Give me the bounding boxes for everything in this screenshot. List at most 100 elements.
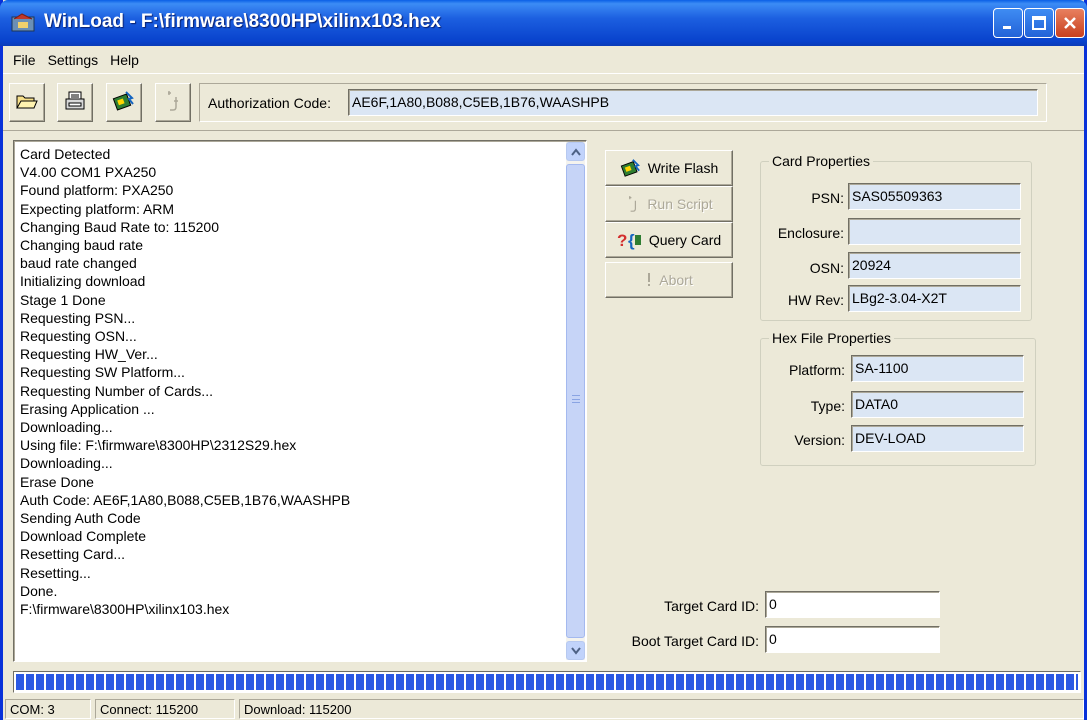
- minimize-icon: [1000, 15, 1016, 31]
- authorization-label: Authorization Code:: [208, 95, 331, 111]
- run-script-icon: [625, 194, 641, 214]
- title-bar[interactable]: WinLoad - F:\firmware\8300HP\xilinx103.h…: [0, 0, 1087, 46]
- open-folder-icon: [16, 92, 38, 113]
- save-button[interactable]: [57, 83, 93, 122]
- svg-text:{: {: [628, 231, 635, 250]
- target-card-id-field[interactable]: 0: [765, 591, 940, 618]
- log-line: Card Detected: [20, 146, 111, 162]
- boot-target-card-id-field[interactable]: 0: [765, 626, 940, 653]
- hex-file-properties-title: Hex File Properties: [769, 330, 895, 346]
- psn-label: PSN:: [811, 190, 844, 206]
- close-button[interactable]: [1055, 8, 1085, 38]
- write-flash-icon: [112, 90, 136, 115]
- download-progress-bar: [13, 671, 1081, 693]
- maximize-icon: [1031, 15, 1047, 31]
- log-line: Done.: [20, 582, 58, 599]
- log-line: Using file: F:\firmware\8300HP\2312S29.h…: [20, 437, 297, 454]
- log-panel[interactable]: Card Detected V4.00 COM1 PXA250 Found plat…: [13, 140, 587, 662]
- close-icon: [1062, 15, 1078, 31]
- log-scrollbar[interactable]: [566, 142, 585, 660]
- log-line: baud rate changed: [20, 255, 137, 272]
- target-card-id-label: Target Card ID:: [664, 598, 759, 614]
- psn-field[interactable]: SAS05509363: [848, 183, 1021, 210]
- run-script-button[interactable]: Run Script: [605, 186, 733, 222]
- log-line: Downloading...: [20, 455, 113, 472]
- run-script-label: Run Script: [647, 196, 713, 212]
- winload-app-icon: [10, 11, 36, 35]
- log-line: Auth Code: AE6F,1A80,B088,C5EB,1B76,WAAS…: [20, 491, 351, 508]
- log-line: Requesting HW_Ver...: [20, 346, 158, 363]
- maximize-button[interactable]: [1024, 8, 1054, 38]
- scroll-grip-icon: [572, 395, 580, 403]
- menu-bar: File Settings Help: [3, 46, 1084, 73]
- log-line: Changing Baud Rate to: 115200: [20, 218, 220, 235]
- svg-text:?: ?: [617, 231, 627, 250]
- log-line: Download Complete: [20, 528, 147, 545]
- platform-field[interactable]: SA-1100: [851, 355, 1024, 382]
- enclosure-label: Enclosure:: [777, 225, 844, 241]
- log-line: Sending Auth Code: [20, 510, 141, 527]
- abort-icon: [645, 271, 653, 289]
- window-title: WinLoad - F:\firmware\8300HP\xilinx103.h…: [44, 11, 441, 32]
- abort-button[interactable]: Abort: [605, 262, 733, 298]
- progress-fill: [16, 674, 1078, 690]
- write-flash-button[interactable]: Write Flash: [605, 150, 733, 186]
- minimize-button[interactable]: [993, 8, 1023, 38]
- log-line: Requesting OSN...: [20, 328, 137, 345]
- authorization-code-field[interactable]: AE6F,1A80,B088,C5EB,1B76,WAASHPB: [348, 89, 1038, 116]
- type-field[interactable]: DATA0: [851, 391, 1024, 418]
- open-button[interactable]: [9, 83, 45, 122]
- log-line: Found platform: PXA250: [20, 182, 174, 199]
- write-flash-icon: [620, 158, 642, 178]
- query-card-icon: ? {: [617, 230, 643, 250]
- scroll-thumb[interactable]: [566, 164, 585, 638]
- platform-label: Platform:: [788, 362, 845, 378]
- status-download: Download: 115200: [239, 699, 1084, 719]
- enclosure-field[interactable]: [848, 218, 1021, 245]
- boot-target-card-id-label: Boot Target Card ID:: [631, 633, 759, 649]
- query-card-button[interactable]: ? { Query Card: [605, 222, 733, 258]
- hw-rev-label: HW Rev:: [788, 292, 844, 308]
- log-line: Changing baud rate: [20, 237, 143, 254]
- status-bar: COM: 3 Connect: 115200 Download: 115200: [3, 697, 1084, 720]
- version-field[interactable]: DEV-LOAD: [851, 425, 1024, 452]
- log-line: Requesting PSN...: [20, 309, 136, 326]
- log-line: Resetting Card...: [20, 546, 126, 563]
- status-com: COM: 3: [5, 699, 91, 719]
- chevron-up-icon: [570, 144, 581, 159]
- log-line: Downloading...: [20, 419, 113, 436]
- save-icon: [64, 90, 86, 115]
- chevron-down-icon: [570, 643, 581, 658]
- scroll-up-button[interactable]: [566, 142, 585, 161]
- toolbar: Authorization Code: AE6F,1A80,B088,C5EB,…: [3, 73, 1084, 131]
- log-line: Initializing download: [20, 273, 146, 290]
- osn-field[interactable]: 20924: [848, 252, 1021, 279]
- authorization-group: Authorization Code: AE6F,1A80,B088,C5EB,…: [199, 83, 1047, 122]
- menu-file[interactable]: File: [7, 49, 42, 71]
- menu-help[interactable]: Help: [104, 49, 145, 71]
- status-connect: Connect: 115200: [95, 699, 235, 719]
- log-line: Expecting platform: ARM: [20, 200, 175, 217]
- run-script-icon: [163, 89, 183, 116]
- run-script-tool-button[interactable]: [155, 83, 191, 122]
- version-label: Version:: [794, 432, 845, 448]
- log-line: F:\firmware\8300HP\xilinx103.hex: [20, 601, 230, 618]
- log-line: Requesting SW Platform...: [20, 364, 185, 381]
- log-line: Resetting...: [20, 564, 91, 581]
- write-flash-label: Write Flash: [647, 160, 719, 176]
- log-line: Erase Done: [20, 473, 94, 490]
- query-card-label: Query Card: [648, 232, 722, 248]
- log-line: Requesting Number of Cards...: [20, 382, 213, 399]
- write-flash-tool-button[interactable]: [106, 83, 142, 122]
- log-line: V4.00 COM1 PXA250: [20, 164, 157, 181]
- hw-rev-field[interactable]: LBg2-3.04-X2T: [848, 285, 1021, 312]
- log-line: Erasing Application ...: [20, 400, 155, 417]
- abort-label: Abort: [659, 272, 693, 288]
- osn-label: OSN:: [809, 260, 844, 276]
- scroll-down-button[interactable]: [566, 641, 585, 660]
- menu-settings[interactable]: Settings: [42, 49, 105, 71]
- log-line: Stage 1 Done: [20, 291, 106, 308]
- type-label: Type:: [810, 398, 845, 414]
- log-lines: Card Detected V4.00 COM1 PXA250 Found plat…: [20, 145, 565, 657]
- winload-window: WinLoad - F:\firmware\8300HP\xilinx103.h…: [0, 0, 1087, 720]
